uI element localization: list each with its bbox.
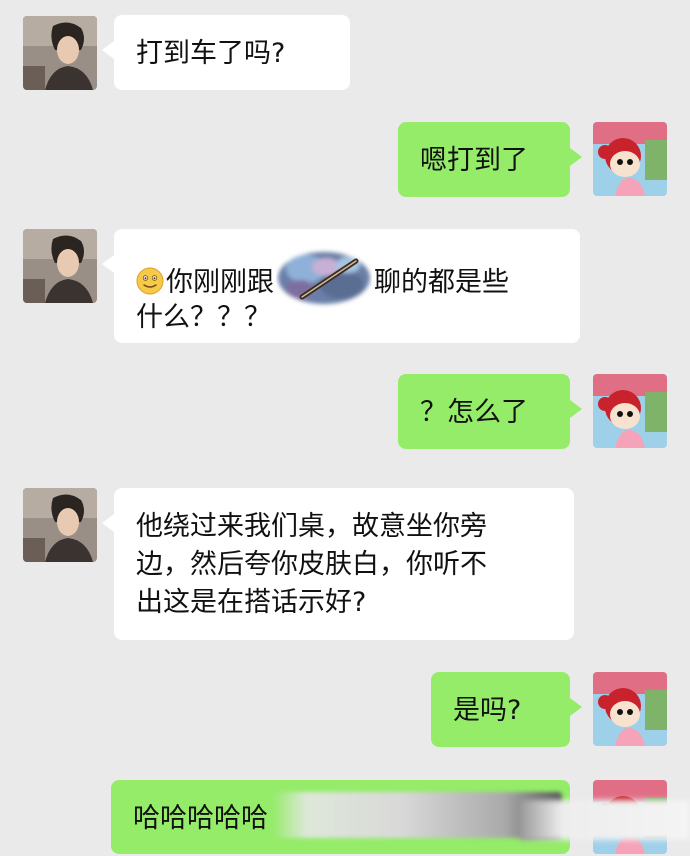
smiling-face-emoji [136, 267, 164, 295]
redaction-fade-overlay [272, 792, 562, 838]
incoming-message[interactable]: 你刚刚跟 聊的都是些 什么？？？ [102, 229, 580, 343]
chat-view: 打到车了吗? 嗯打到了 你刚刚跟 聊的都是些 什么？？？ ？怎么了 他绕过来我们… [0, 0, 690, 856]
message-text: ？怎么了 [420, 397, 528, 428]
outgoing-message[interactable]: 是吗? [431, 672, 582, 747]
message-text-line: 边，然后夸你皮肤白，你听不 [136, 549, 487, 580]
outgoing-message[interactable]: 嗯打到了 [398, 122, 582, 197]
message-text: 是吗? [453, 695, 522, 726]
message-text: 打到车了吗? [136, 38, 286, 69]
outgoing-message[interactable]: ？怎么了 [398, 374, 582, 449]
redacted-name-blur [278, 252, 370, 304]
message-text-line: 他绕过来我们桌，故意坐你旁 [136, 511, 487, 542]
contact-avatar[interactable] [23, 16, 97, 90]
message-text-part: 聊的都是些 [374, 267, 509, 298]
incoming-message[interactable]: 他绕过来我们桌，故意坐你旁 边，然后夸你皮肤白，你听不 出这是在搭话示好? [102, 488, 574, 640]
incoming-message[interactable]: 打到车了吗? [102, 15, 350, 90]
user-avatar[interactable] [593, 374, 667, 448]
contact-avatar[interactable] [23, 229, 97, 303]
message-text-part: 你刚刚跟 [166, 267, 274, 298]
message-text: 嗯打到了 [420, 145, 528, 176]
message-text: 哈哈哈哈哈 [133, 803, 268, 834]
message-text-line: 出这是在搭话示好? [136, 587, 367, 618]
redaction-fade-overlay [520, 800, 690, 840]
user-avatar[interactable] [593, 672, 667, 746]
contact-avatar[interactable] [23, 488, 97, 562]
user-avatar[interactable] [593, 122, 667, 196]
